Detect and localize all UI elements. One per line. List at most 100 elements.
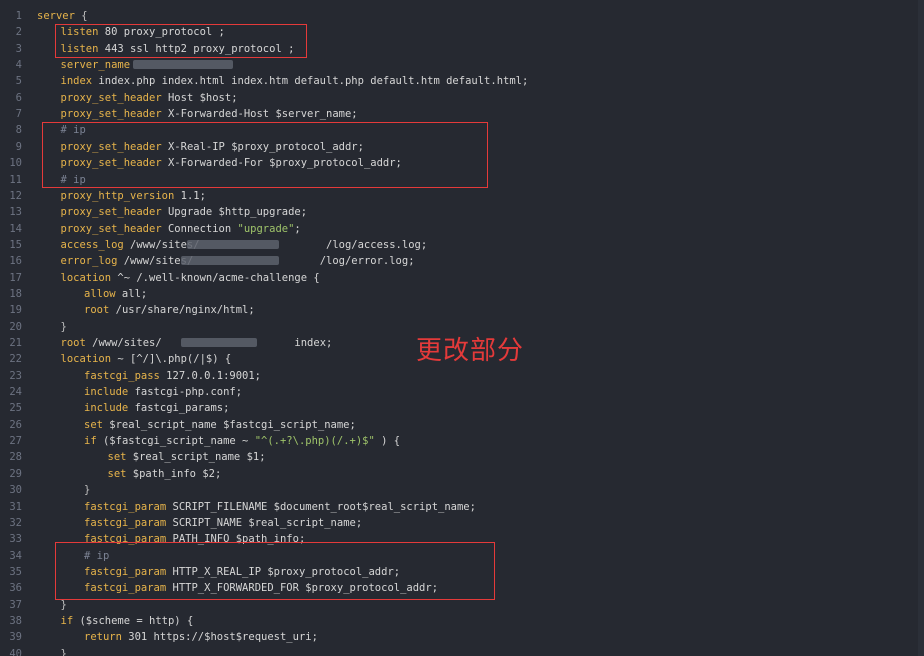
code-token: } [60, 320, 67, 333]
code-token: proxy_set_header [60, 91, 162, 104]
line-number: 11 [9, 173, 22, 186]
code-token: "^(.+?\.php)(/.+)$" [254, 435, 375, 448]
line-number: 22 [9, 353, 22, 366]
code-token: "upgrade" [237, 222, 295, 235]
code-text: allow all; [84, 286, 147, 302]
code-text: fastcgi_param SCRIPT_NAME $real_script_n… [84, 515, 362, 531]
code-line[interactable]: 28 set $real_script_name $1; [0, 449, 924, 465]
code-line[interactable]: 27 if ($fastcgi_script_name ~ "^(.+?\.php… [0, 433, 924, 449]
code-token: error_log [60, 255, 118, 268]
line-number: 2 [15, 26, 22, 39]
code-token: server [37, 10, 75, 22]
line-number: 6 [15, 91, 22, 104]
code-line[interactable]: 29 set $path_info $2; [0, 466, 924, 482]
code-token: proxy_set_header [60, 108, 162, 121]
code-line[interactable]: 30} [0, 482, 924, 498]
code-text: server_name [61, 57, 137, 73]
code-line[interactable]: 13 proxy_set_header Upgrade $http_upgrade… [0, 204, 924, 220]
code-line[interactable]: 14 proxy_set_header Connection "upgrade"; [0, 221, 924, 237]
highlight-box-listen [55, 24, 307, 58]
code-text: proxy_http_version 1.1; [61, 188, 206, 204]
vertical-scrollbar[interactable] [918, 0, 924, 656]
code-line[interactable]: 1 server { [0, 8, 924, 24]
code-token: fastcgi_pass [84, 369, 160, 382]
line-number: 24 [9, 386, 22, 399]
code-text: } [84, 482, 90, 498]
line-number: 25 [9, 402, 22, 415]
code-text: index index.php index.html index.htm def… [61, 73, 529, 89]
code-text: fastcgi_pass 127.0.0.1:9001; [84, 368, 261, 384]
code-line[interactable]: 25 include fastcgi_params; [0, 400, 924, 416]
line-number: 7 [15, 108, 22, 121]
code-line[interactable]: 39 return 301 https://$host$request_uri; [0, 629, 924, 645]
code-editor[interactable]: 1 server {2 listen 80 proxy_protocol ; 3 lis… [0, 0, 924, 656]
code-text: set $real_script_name $1; [108, 449, 266, 465]
code-line[interactable]: 5 index index.php index.html index.htm de… [0, 73, 924, 89]
line-number: 38 [9, 614, 22, 627]
code-line[interactable]: 32 fastcgi_param SCRIPT_NAME $real_script… [0, 515, 924, 531]
code-line[interactable]: 19 root /usr/share/nginx/html; [0, 302, 924, 318]
line-number: 39 [9, 631, 22, 644]
code-token: SCRIPT_NAME $real_script_name; [166, 516, 363, 529]
line-number: 13 [9, 206, 22, 219]
code-token: if [60, 614, 74, 627]
line-number: 30 [9, 484, 22, 497]
code-token: Upgrade $http_upgrade; [161, 206, 308, 219]
code-token: fastcgi_params; [128, 402, 230, 415]
redacted-root-path [181, 338, 257, 347]
code-line[interactable]: 7 proxy_set_header X-Forwarded-Host $serv… [0, 106, 924, 122]
code-token: 301 https://$host$request_uri; [121, 631, 318, 644]
line-number: 36 [9, 582, 22, 595]
code-token: ~ [^/]\.php(/|$) { [111, 353, 232, 366]
code-token: /usr/share/nginx/html; [109, 304, 255, 317]
line-number: 12 [9, 189, 22, 202]
code-text: set $path_info $2; [108, 466, 222, 482]
code-text: return 301 https://$host$request_uri; [84, 629, 318, 645]
code-text: location ^~ /.well-known/acme-challenge … [61, 270, 320, 286]
code-line[interactable]: 40} [0, 646, 924, 656]
code-line[interactable]: 12 proxy_http_version 1.1; [0, 188, 924, 204]
code-line[interactable]: 26 set $real_script_name $fastcgi_script_… [0, 417, 924, 433]
code-text: proxy_set_header Connection "upgrade"; [61, 221, 301, 237]
code-line[interactable]: 17 location ^~ /.well-known/acme-challeng… [0, 270, 924, 286]
code-token: location [60, 271, 112, 284]
code-line[interactable]: 15 access_log /www/sites/ /log/access.log… [0, 237, 924, 253]
code-text: if ($scheme = http) { [61, 613, 194, 629]
code-token: $real_script_name $fastcgi_script_name; [102, 418, 356, 431]
line-number: 17 [9, 271, 22, 284]
code-token: set [107, 467, 127, 480]
code-token: ) { [374, 435, 401, 448]
line-number: 1 [15, 10, 22, 22]
code-token: $real_script_name $1; [126, 451, 266, 464]
line-number: 16 [9, 255, 22, 268]
line-number: 21 [9, 337, 22, 349]
line-number: 3 [15, 42, 22, 55]
line-number: 28 [9, 451, 22, 464]
code-line[interactable]: 16 error_log /www/sites/ /log/error.log; [0, 253, 924, 269]
line-number: 18 [9, 287, 22, 300]
line-number: 31 [9, 500, 22, 513]
code-line[interactable]: 38 if ($scheme = http) { [0, 613, 924, 629]
code-line[interactable]: 24 include fastcgi-php.conf; [0, 384, 924, 400]
code-line[interactable]: 31 fastcgi_param SCRIPT_FILENAME $documen… [0, 499, 924, 515]
code-token: include [84, 402, 129, 415]
code-token: } [60, 598, 67, 611]
code-token: 127.0.0.1:9001; [159, 369, 262, 382]
line-number: 37 [9, 598, 22, 611]
line-number: 4 [15, 59, 22, 72]
code-token: set [107, 451, 127, 464]
code-text: proxy_set_header Upgrade $http_upgrade; [61, 204, 308, 220]
code-line[interactable]: 18 allow all; [0, 286, 924, 302]
code-token: proxy_set_header [60, 222, 162, 235]
highlight-box-fastcgi-params [55, 542, 495, 600]
code-token: index [60, 75, 93, 88]
code-line[interactable]: 23 fastcgi_pass 127.0.0.1:9001; [0, 368, 924, 384]
line-number: 19 [9, 304, 22, 317]
code-token: location [60, 353, 112, 366]
code-text: if ($fastcgi_script_name ~ "^(.+?\.php)(… [84, 433, 400, 449]
line-number: 14 [9, 222, 22, 235]
line-number: 32 [9, 516, 22, 529]
code-token: access_log [60, 238, 124, 251]
code-token: allow [84, 287, 116, 300]
code-line[interactable]: 6 proxy_set_header Host $host; [0, 90, 924, 106]
